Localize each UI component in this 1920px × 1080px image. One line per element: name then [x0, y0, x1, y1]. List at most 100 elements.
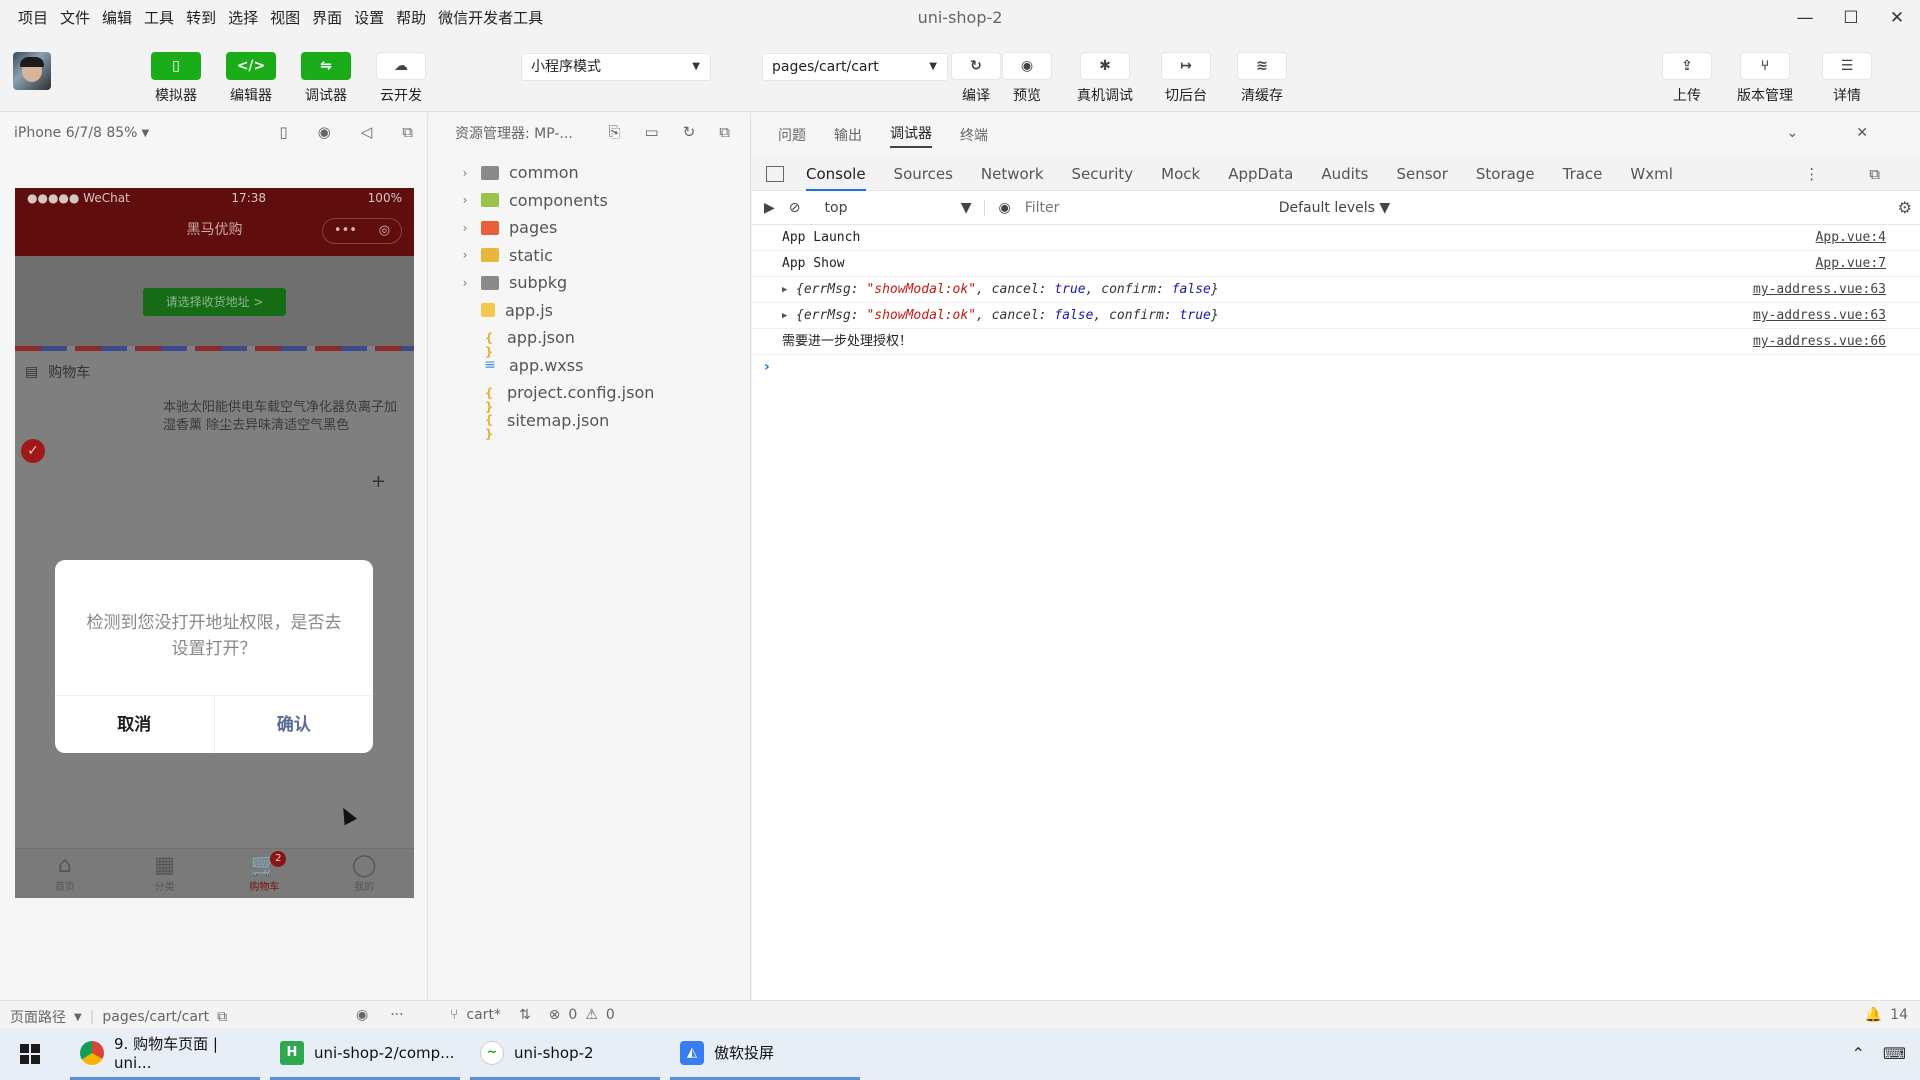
console-filter-input[interactable]: [1024, 199, 1265, 216]
avatar[interactable]: [13, 52, 51, 90]
chevron-up-icon[interactable]: ⌃: [1852, 1044, 1865, 1063]
preview-button[interactable]: ◉ 预览: [1002, 52, 1052, 105]
tab-terminal[interactable]: 终端: [960, 125, 988, 145]
warning-count[interactable]: 0: [606, 1007, 615, 1023]
tree-folder-pages[interactable]: › pages: [429, 214, 750, 242]
close-button[interactable]: ✕: [1874, 0, 1920, 36]
menu-project[interactable]: 项目: [12, 0, 54, 36]
source-link[interactable]: App.vue:4: [1816, 225, 1886, 251]
phone-icon[interactable]: ▯: [279, 123, 287, 141]
minimize-button[interactable]: —: [1782, 0, 1828, 36]
modal-confirm-button[interactable]: 确认: [213, 696, 374, 753]
background-button[interactable]: ↦ 切后台: [1161, 52, 1211, 105]
gear-icon[interactable]: ⚙: [1898, 198, 1912, 217]
menu-wechat-devtools[interactable]: 微信开发者工具: [432, 0, 549, 36]
bell-icon[interactable]: 🔔: [1865, 1007, 1882, 1023]
mode-select[interactable]: 小程序模式 ▼: [521, 53, 711, 81]
close-circle-icon[interactable]: ◎: [379, 209, 390, 253]
device-debug-button[interactable]: ✱ 真机调试: [1077, 52, 1133, 105]
kebab-menu-icon[interactable]: ⋮: [1804, 165, 1819, 183]
console-prompt[interactable]: ›: [752, 355, 1920, 379]
version-button[interactable]: ⑂ 版本管理: [1737, 52, 1793, 105]
device-select[interactable]: iPhone 6/7/8 85%: [14, 125, 137, 141]
inspect-icon[interactable]: [766, 165, 784, 182]
new-file-icon[interactable]: ⎘: [609, 123, 621, 141]
menu-edit[interactable]: 编辑: [96, 0, 138, 36]
goods-item[interactable]: 本驰太阳能供电车载空气净化器负离子加湿香薰 除尘去异味清适空气黑色 ✓ +: [15, 393, 414, 513]
expand-triangle-icon[interactable]: ▶: [782, 277, 787, 303]
context-select[interactable]: top ▼: [815, 199, 985, 216]
tree-file-project-config[interactable]: ›{ }project.config.json: [429, 379, 750, 414]
menu-select[interactable]: 选择: [222, 0, 264, 36]
choose-address-button[interactable]: 请选择收货地址 >: [143, 288, 286, 316]
volume-icon[interactable]: ◁: [361, 123, 373, 141]
more-icon[interactable]: ···: [390, 1007, 403, 1023]
simulator-button[interactable]: ▯ 模拟器: [151, 52, 201, 105]
source-link[interactable]: App.vue:7: [1816, 251, 1886, 277]
menu-goto[interactable]: 转到: [180, 0, 222, 36]
tree-folder-subpkg[interactable]: › subpkg: [429, 269, 750, 297]
menu-settings[interactable]: 设置: [348, 0, 390, 36]
tree-file-sitemap[interactable]: ›{ }sitemap.json: [429, 407, 750, 442]
menu-file[interactable]: 文件: [54, 0, 96, 36]
tree-folder-common[interactable]: › common: [429, 159, 750, 187]
tab-cart[interactable]: 🛒 2 购物车: [215, 849, 315, 898]
tab-trace[interactable]: Trace: [1563, 165, 1603, 183]
new-folder-icon[interactable]: ▭: [645, 123, 659, 141]
console-row[interactable]: ▶ {errMsg: "showModal:ok", cancel: true,…: [752, 277, 1920, 303]
taskbar-wechat-devtools[interactable]: ~ uni-shop-2: [470, 1028, 660, 1080]
tab-console[interactable]: Console: [806, 157, 866, 191]
tree-folder-components[interactable]: › components: [429, 187, 750, 215]
expand-triangle-icon[interactable]: ▶: [782, 303, 787, 329]
eye-icon[interactable]: ◉: [999, 200, 1011, 216]
compile-button[interactable]: ↻ 编译: [951, 52, 1001, 105]
log-levels-select[interactable]: Default levels ▼: [1279, 200, 1390, 216]
start-button[interactable]: [0, 1028, 60, 1080]
taskbar-screen-mirror[interactable]: ◭ 傲软投屏: [670, 1028, 860, 1080]
sync-icon[interactable]: ⇅: [519, 1007, 531, 1023]
tab-category[interactable]: ▦ 分类: [115, 849, 215, 898]
collapse-icon[interactable]: ⧉: [719, 123, 730, 141]
page-path-label[interactable]: 页面路径: [10, 1007, 66, 1027]
tab-audits[interactable]: Audits: [1321, 165, 1368, 183]
tab-home[interactable]: ⌂ 首页: [15, 849, 115, 898]
source-link[interactable]: my-address.vue:63: [1753, 277, 1886, 303]
tab-output[interactable]: 输出: [834, 125, 862, 145]
tree-file-app-wxss[interactable]: ›≡app.wxss: [429, 352, 750, 380]
popout-icon[interactable]: ⧉: [402, 123, 413, 141]
modal-cancel-button[interactable]: 取消: [55, 696, 214, 753]
tab-problems[interactable]: 问题: [778, 125, 806, 145]
menu-interface[interactable]: 界面: [306, 0, 348, 36]
input-method-icon[interactable]: ⌨: [1883, 1044, 1906, 1063]
source-link[interactable]: my-address.vue:63: [1753, 303, 1886, 329]
taskbar-chrome[interactable]: 9. 购物车页面 | uni...: [70, 1028, 260, 1080]
tab-wxml[interactable]: Wxml: [1630, 165, 1673, 183]
editor-button[interactable]: </> 编辑器: [226, 52, 276, 105]
source-link[interactable]: my-address.vue:66: [1753, 329, 1886, 355]
menu-help[interactable]: 帮助: [390, 0, 432, 36]
details-button[interactable]: ☰ 详情: [1822, 52, 1872, 105]
refresh-icon[interactable]: ↻: [683, 123, 696, 141]
tree-folder-static[interactable]: › static: [429, 242, 750, 270]
tab-mock[interactable]: Mock: [1161, 165, 1200, 183]
tab-security[interactable]: Security: [1072, 165, 1134, 183]
dock-icon[interactable]: ⧉: [1869, 165, 1880, 183]
capsule-button[interactable]: ••• ◎: [322, 218, 402, 244]
copy-icon[interactable]: ⧉: [217, 1009, 227, 1025]
tab-my[interactable]: ◯ 我的: [314, 849, 414, 898]
close-icon[interactable]: ✕: [1856, 125, 1868, 141]
sidebar-toggle-icon[interactable]: ▶: [764, 200, 775, 216]
menu-view[interactable]: 视图: [264, 0, 306, 36]
console-row[interactable]: ▶ {errMsg: "showModal:ok", cancel: false…: [752, 303, 1920, 329]
tab-sensor[interactable]: Sensor: [1396, 165, 1447, 183]
clear-console-icon[interactable]: ⊘: [789, 200, 801, 216]
tree-file-app-json[interactable]: ›{ }app.json: [429, 324, 750, 359]
more-icon[interactable]: •••: [334, 209, 357, 253]
tab-appdata[interactable]: AppData: [1228, 165, 1293, 183]
chevron-down-icon[interactable]: ⌄: [1787, 125, 1799, 141]
tab-sources[interactable]: Sources: [894, 165, 953, 183]
debugger-button[interactable]: ⇋ 调试器: [301, 52, 351, 105]
tab-storage[interactable]: Storage: [1476, 165, 1535, 183]
check-icon[interactable]: ✓: [21, 439, 45, 463]
plus-icon[interactable]: +: [371, 471, 386, 492]
